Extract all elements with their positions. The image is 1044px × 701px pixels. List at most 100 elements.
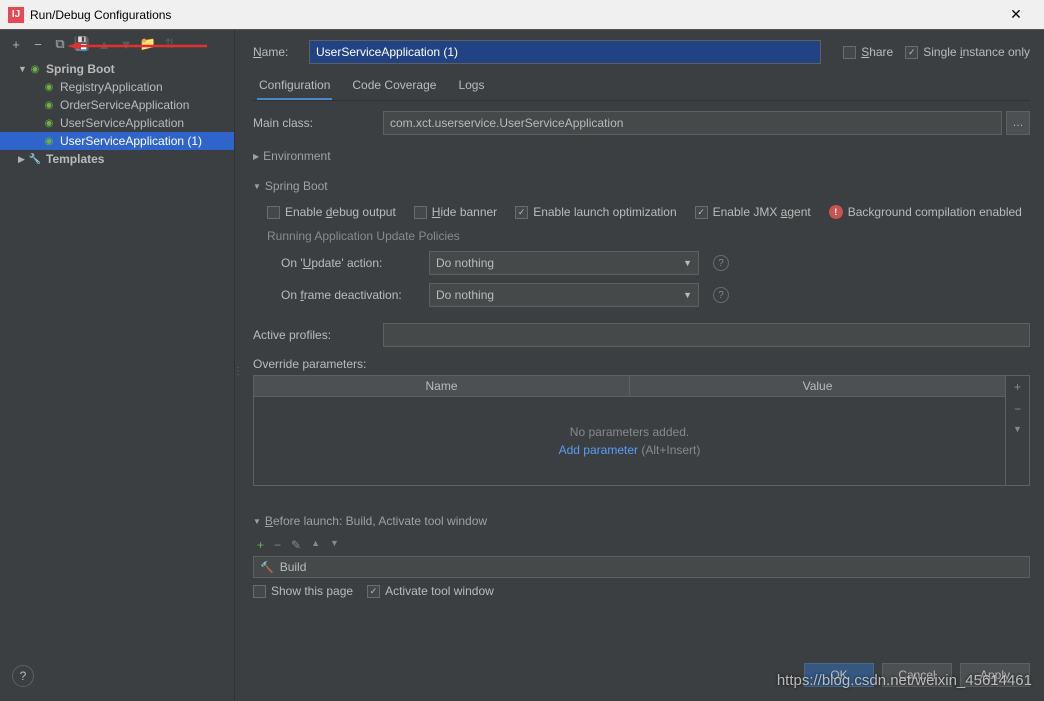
- edit-task-button[interactable]: ✎: [291, 538, 301, 552]
- add-row-button[interactable]: +: [1014, 380, 1021, 394]
- move-down-task-button[interactable]: ▼: [330, 538, 339, 552]
- enable-jmx-checkbox[interactable]: Enable JMX agent: [695, 205, 811, 219]
- override-parameters-table: Name Value No parameters added. Add para…: [253, 375, 1030, 486]
- build-task-item[interactable]: 🔨 Build: [253, 556, 1030, 578]
- chevron-down-icon: ▼: [683, 258, 692, 268]
- tree-item-label: OrderServiceApplication: [60, 98, 189, 112]
- dialog-body: + − ⧉ 💾 ▲ ▼ 📁 ⇅ ▼ ◉ Spring Boot ◉ Regist…: [0, 30, 1044, 701]
- hide-banner-checkbox[interactable]: Hide banner: [414, 205, 497, 219]
- tree-item-user-1[interactable]: ◉ UserServiceApplication (1): [0, 132, 234, 150]
- help-icon[interactable]: ?: [713, 255, 729, 271]
- app-icon: IJ: [8, 7, 24, 23]
- active-profiles-row: Active profiles:: [253, 323, 1030, 347]
- right-panel: Name: Share Single instance only Configu…: [239, 30, 1044, 701]
- chevron-down-icon: ▼: [253, 182, 261, 191]
- tree-item-registry[interactable]: ◉ RegistryApplication: [0, 78, 234, 96]
- add-parameter-link[interactable]: Add parameter: [559, 443, 638, 457]
- move-up-button[interactable]: ▲: [94, 34, 114, 54]
- dialog-buttons: OK Cancel Apply: [804, 663, 1030, 687]
- folder-button[interactable]: 📁: [138, 34, 158, 54]
- tab-configuration[interactable]: Configuration: [257, 72, 332, 100]
- spring-boot-options: Enable debug output Hide banner Enable l…: [267, 205, 1030, 219]
- checkbox-icon: [367, 585, 380, 598]
- remove-config-button[interactable]: −: [28, 34, 48, 54]
- activate-tool-window-checkbox[interactable]: Activate tool window: [367, 584, 494, 598]
- left-panel: + − ⧉ 💾 ▲ ▼ 📁 ⇅ ▼ ◉ Spring Boot ◉ Regist…: [0, 30, 235, 701]
- environment-label: Environment: [263, 149, 330, 163]
- chevron-down-icon: ▼: [18, 64, 28, 74]
- before-launch-toolbar: + − ✎ ▲ ▼: [253, 534, 1030, 556]
- add-config-button[interactable]: +: [6, 34, 26, 54]
- copy-config-button[interactable]: ⧉: [50, 34, 70, 54]
- checkbox-icon: [253, 585, 266, 598]
- show-this-page-checkbox[interactable]: Show this page: [253, 584, 353, 598]
- on-frame-combo[interactable]: Do nothing ▼: [429, 283, 699, 307]
- tree-item-label: UserServiceApplication (1): [60, 134, 202, 148]
- checkbox-icon: [843, 46, 856, 59]
- enable-debug-checkbox[interactable]: Enable debug output: [267, 205, 396, 219]
- name-input[interactable]: [309, 40, 821, 64]
- remove-row-button[interactable]: −: [1014, 402, 1021, 416]
- dropdown-button[interactable]: ▼: [1013, 424, 1022, 434]
- browse-main-class-button[interactable]: …: [1006, 111, 1030, 135]
- name-row: Name: Share Single instance only: [253, 40, 1030, 64]
- on-update-row: On 'Update' action: Do nothing ▼ ?: [281, 251, 1030, 275]
- checkbox-icon: [695, 206, 708, 219]
- save-config-button[interactable]: 💾: [72, 34, 92, 54]
- table-header: Name Value: [254, 376, 1005, 397]
- environment-section[interactable]: ▶ Environment: [253, 149, 1030, 163]
- help-icon[interactable]: ?: [713, 287, 729, 303]
- share-group: Share Single instance only: [843, 45, 1030, 59]
- cancel-button[interactable]: Cancel: [882, 663, 952, 687]
- tab-code-coverage[interactable]: Code Coverage: [350, 72, 438, 100]
- expand-button[interactable]: ⇅: [160, 34, 180, 54]
- table-side-toolbar: + − ▼: [1005, 376, 1029, 485]
- override-parameters-label: Override parameters:: [253, 357, 1030, 371]
- main-class-row: Main class: …: [253, 111, 1030, 135]
- config-toolbar: + − ⧉ 💾 ▲ ▼ 📁 ⇅: [0, 30, 234, 58]
- single-instance-checkbox[interactable]: Single instance only: [905, 45, 1030, 59]
- spring-boot-label: Spring Boot: [265, 179, 328, 193]
- help-button[interactable]: ?: [12, 665, 34, 687]
- apply-button[interactable]: Apply: [960, 663, 1030, 687]
- move-down-button[interactable]: ▼: [116, 34, 136, 54]
- move-up-task-button[interactable]: ▲: [311, 538, 320, 552]
- empty-message: No parameters added.: [570, 425, 689, 439]
- add-parameter-hint: (Alt+Insert): [641, 443, 700, 457]
- tab-logs[interactable]: Logs: [456, 72, 486, 100]
- name-label: Name:: [253, 45, 299, 59]
- spring-boot-icon: ◉: [42, 134, 56, 148]
- wrench-icon: 🔧: [28, 152, 42, 166]
- tree-root-spring-boot[interactable]: ▼ ◉ Spring Boot: [0, 60, 234, 78]
- remove-task-button[interactable]: −: [274, 538, 281, 552]
- build-task-label: Build: [280, 560, 307, 574]
- warning-icon: !: [829, 205, 843, 219]
- main-class-label: Main class:: [253, 116, 383, 130]
- active-profiles-input[interactable]: [383, 323, 1030, 347]
- spring-boot-icon: ◉: [28, 62, 42, 76]
- tree-item-user[interactable]: ◉ UserServiceApplication: [0, 114, 234, 132]
- spring-boot-section[interactable]: ▼ Spring Boot: [253, 179, 1030, 193]
- titlebar: IJ Run/Debug Configurations ✕: [0, 0, 1044, 30]
- share-checkbox[interactable]: Share: [843, 45, 893, 59]
- on-update-label: On 'Update' action:: [281, 256, 421, 270]
- checkbox-icon: [515, 206, 528, 219]
- config-tree: ▼ ◉ Spring Boot ◉ RegistryApplication ◉ …: [0, 58, 234, 701]
- close-icon[interactable]: ✕: [996, 6, 1036, 23]
- tree-item-label: RegistryApplication: [60, 80, 163, 94]
- tree-item-label: UserServiceApplication: [60, 116, 184, 130]
- before-launch-header[interactable]: ▼ Before launch: Build, Activate tool wi…: [253, 514, 1030, 528]
- main-class-input[interactable]: [383, 111, 1002, 135]
- tree-root-label: Spring Boot: [46, 62, 115, 76]
- tree-item-order[interactable]: ◉ OrderServiceApplication: [0, 96, 234, 114]
- active-profiles-label: Active profiles:: [253, 328, 383, 342]
- spring-boot-icon: ◉: [42, 116, 56, 130]
- spring-boot-icon: ◉: [42, 98, 56, 112]
- enable-launch-opt-checkbox[interactable]: Enable launch optimization: [515, 205, 676, 219]
- ok-button[interactable]: OK: [804, 663, 874, 687]
- hammer-icon: 🔨: [260, 561, 274, 574]
- on-update-combo[interactable]: Do nothing ▼: [429, 251, 699, 275]
- tree-root-templates[interactable]: ▶ 🔧 Templates: [0, 150, 234, 168]
- add-task-button[interactable]: +: [257, 538, 264, 552]
- before-launch-footer: Show this page Activate tool window: [253, 584, 1030, 598]
